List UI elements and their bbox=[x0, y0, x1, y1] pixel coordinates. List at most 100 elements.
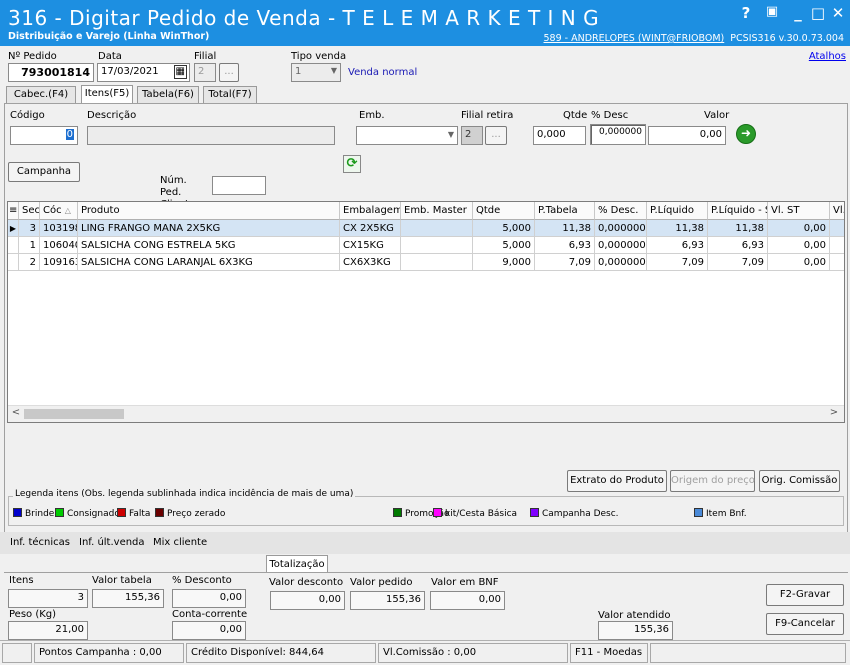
codigo-input[interactable]: 0 bbox=[10, 126, 78, 145]
valor-desconto-label: Valor desconto bbox=[269, 577, 344, 588]
horizontal-scrollbar[interactable]: < > bbox=[8, 405, 844, 422]
legend-color-swatch bbox=[155, 508, 164, 517]
campanha-button[interactable]: Campanha bbox=[8, 162, 80, 182]
peso-field: 21,00 bbox=[8, 621, 88, 640]
tab-cabec[interactable]: Cabec.(F4) bbox=[6, 86, 76, 103]
col-embalagem[interactable]: Embalagem bbox=[340, 202, 401, 220]
scroll-right-icon[interactable]: > bbox=[828, 407, 840, 418]
cell-produto[interactable]: SALSICHA CONG LARANJAL 6X3KG bbox=[78, 254, 340, 271]
row-indicator-icon bbox=[8, 237, 19, 254]
tab-tabela[interactable]: Tabela(F6) bbox=[137, 86, 199, 103]
cell-emb[interactable]: CX6X3KG bbox=[340, 254, 401, 271]
cell-pliq[interactable]: 6,93 bbox=[647, 237, 708, 254]
atalhos-link[interactable]: Atalhos bbox=[809, 51, 846, 62]
descricao-input[interactable] bbox=[87, 126, 335, 145]
num-ped-cliente-input[interactable] bbox=[212, 176, 266, 195]
cell-sec[interactable]: 2 bbox=[19, 254, 40, 271]
qtde-input[interactable]: 0,000 bbox=[533, 126, 586, 145]
col-pliquido-s[interactable]: P.Líquido - S bbox=[708, 202, 768, 220]
cell-sec[interactable]: 3 bbox=[19, 220, 40, 237]
itens-label: Itens bbox=[9, 575, 34, 586]
filial-retira-field[interactable]: 2 bbox=[461, 126, 483, 145]
col-qtde[interactable]: Qtde bbox=[473, 202, 535, 220]
cell-desc[interactable]: 0,000000 bbox=[595, 237, 647, 254]
calendar-icon[interactable]: ▦ bbox=[173, 65, 187, 79]
cell-vlst[interactable]: 0,00 bbox=[768, 220, 830, 237]
cell-vlst[interactable]: 0,00 bbox=[768, 237, 830, 254]
gravar-button[interactable]: F2-Gravar bbox=[766, 584, 844, 606]
cell-pliq[interactable]: 7,09 bbox=[647, 254, 708, 271]
legend-color-swatch bbox=[433, 508, 442, 517]
legend-label: kit/Cesta Básica bbox=[445, 509, 518, 519]
extrato-produto-button[interactable]: Extrato do Produto bbox=[567, 470, 667, 492]
minimize-icon[interactable]: _ bbox=[788, 4, 808, 22]
scroll-left-icon[interactable]: < bbox=[10, 407, 22, 418]
emb-select[interactable]: ▼ bbox=[356, 126, 458, 145]
cell-produto[interactable]: SALSICHA CONG ESTRELA 5KG bbox=[78, 237, 340, 254]
tipo-venda-select[interactable]: 1 ▼ bbox=[291, 63, 341, 82]
cell-vl[interactable] bbox=[830, 220, 844, 237]
cell-desc[interactable]: 0,000000 bbox=[595, 254, 647, 271]
origem-preco-button[interactable]: Origem do preço bbox=[670, 470, 755, 492]
cell-master[interactable] bbox=[401, 237, 473, 254]
cell-ptabela[interactable]: 11,38 bbox=[535, 220, 595, 237]
close-icon[interactable]: ✕ bbox=[828, 4, 848, 22]
col-desc[interactable]: % Desc. bbox=[595, 202, 647, 220]
filial-field[interactable]: 2 bbox=[194, 63, 216, 82]
cell-vl[interactable] bbox=[830, 237, 844, 254]
cell-emb[interactable]: CX15KG bbox=[340, 237, 401, 254]
cell-pliq[interactable]: 11,38 bbox=[647, 220, 708, 237]
moedas-status[interactable]: F11 - Moedas bbox=[570, 643, 648, 663]
tab-itens[interactable]: Itens(F5) bbox=[81, 85, 133, 104]
cell-cod[interactable]: 109163 bbox=[40, 254, 78, 271]
tab-mix-cliente[interactable]: Mix cliente bbox=[153, 537, 207, 548]
row-indicator-icon bbox=[8, 254, 19, 271]
cell-desc[interactable]: 0,000000 bbox=[595, 220, 647, 237]
tab-inf-ult-venda[interactable]: Inf. últ.venda bbox=[79, 537, 145, 548]
legend-item: Brinde bbox=[13, 508, 54, 519]
cell-vlst[interactable]: 0,00 bbox=[768, 254, 830, 271]
cell-ptabela[interactable]: 7,09 bbox=[535, 254, 595, 271]
tab-total[interactable]: Total(F7) bbox=[203, 86, 257, 103]
col-vl[interactable]: Vl. bbox=[830, 202, 844, 220]
help-icon[interactable]: ? bbox=[736, 4, 756, 22]
cell-qtde[interactable]: 5,000 bbox=[473, 237, 535, 254]
col-sec[interactable]: Sec bbox=[19, 202, 40, 220]
scroll-thumb[interactable] bbox=[24, 409, 124, 419]
cell-pliqs[interactable]: 11,38 bbox=[708, 220, 768, 237]
pedido-field[interactable]: 793001814 bbox=[8, 63, 94, 82]
cancelar-button[interactable]: F9-Cancelar bbox=[766, 613, 844, 635]
cell-qtde[interactable]: 9,000 bbox=[473, 254, 535, 271]
restore-icon[interactable]: ▣ bbox=[762, 4, 782, 19]
cell-qtde[interactable]: 5,000 bbox=[473, 220, 535, 237]
confirm-arrow-icon[interactable]: ➜ bbox=[736, 124, 756, 144]
cell-master[interactable] bbox=[401, 220, 473, 237]
cell-pliqs[interactable]: 7,09 bbox=[708, 254, 768, 271]
col-cod[interactable]: Cóc △ bbox=[40, 202, 78, 220]
cell-pliqs[interactable]: 6,93 bbox=[708, 237, 768, 254]
data-field[interactable]: 17/03/2021 ▦ bbox=[97, 63, 190, 82]
cell-master[interactable] bbox=[401, 254, 473, 271]
filial-lookup-button[interactable]: ... bbox=[219, 63, 239, 82]
maximize-icon[interactable]: □ bbox=[808, 4, 828, 22]
cell-cod[interactable]: 103198 bbox=[40, 220, 78, 237]
cell-sec[interactable]: 1 bbox=[19, 237, 40, 254]
cell-ptabela[interactable]: 6,93 bbox=[535, 237, 595, 254]
cell-vl[interactable] bbox=[830, 254, 844, 271]
col-emb-master[interactable]: Emb. Master bbox=[401, 202, 473, 220]
filial-retira-lookup-button[interactable]: ... bbox=[485, 126, 507, 145]
orig-comissao-button[interactable]: Orig. Comissão bbox=[759, 470, 840, 492]
tab-totalizacao[interactable]: Totalização bbox=[266, 555, 328, 573]
col-produto[interactable]: Produto bbox=[78, 202, 340, 220]
valor-input[interactable]: 0,00 bbox=[648, 126, 726, 145]
cell-emb[interactable]: CX 2X5KG bbox=[340, 220, 401, 237]
refresh-icon[interactable]: ⟳ bbox=[343, 155, 361, 173]
tab-inf-tecnicas[interactable]: Inf. técnicas bbox=[10, 537, 70, 548]
items-grid[interactable]: ≡ Sec Cóc △ Produto Embalagem Emb. Maste… bbox=[7, 201, 845, 423]
desc-input[interactable]: 0,000000 bbox=[590, 124, 646, 145]
cell-produto[interactable]: LING FRANGO MANA 2X5KG bbox=[78, 220, 340, 237]
cell-cod[interactable]: 106040 bbox=[40, 237, 78, 254]
col-pliquido[interactable]: P.Líquido bbox=[647, 202, 708, 220]
col-ptabela[interactable]: P.Tabela bbox=[535, 202, 595, 220]
col-vlst[interactable]: Vl. ST bbox=[768, 202, 830, 220]
